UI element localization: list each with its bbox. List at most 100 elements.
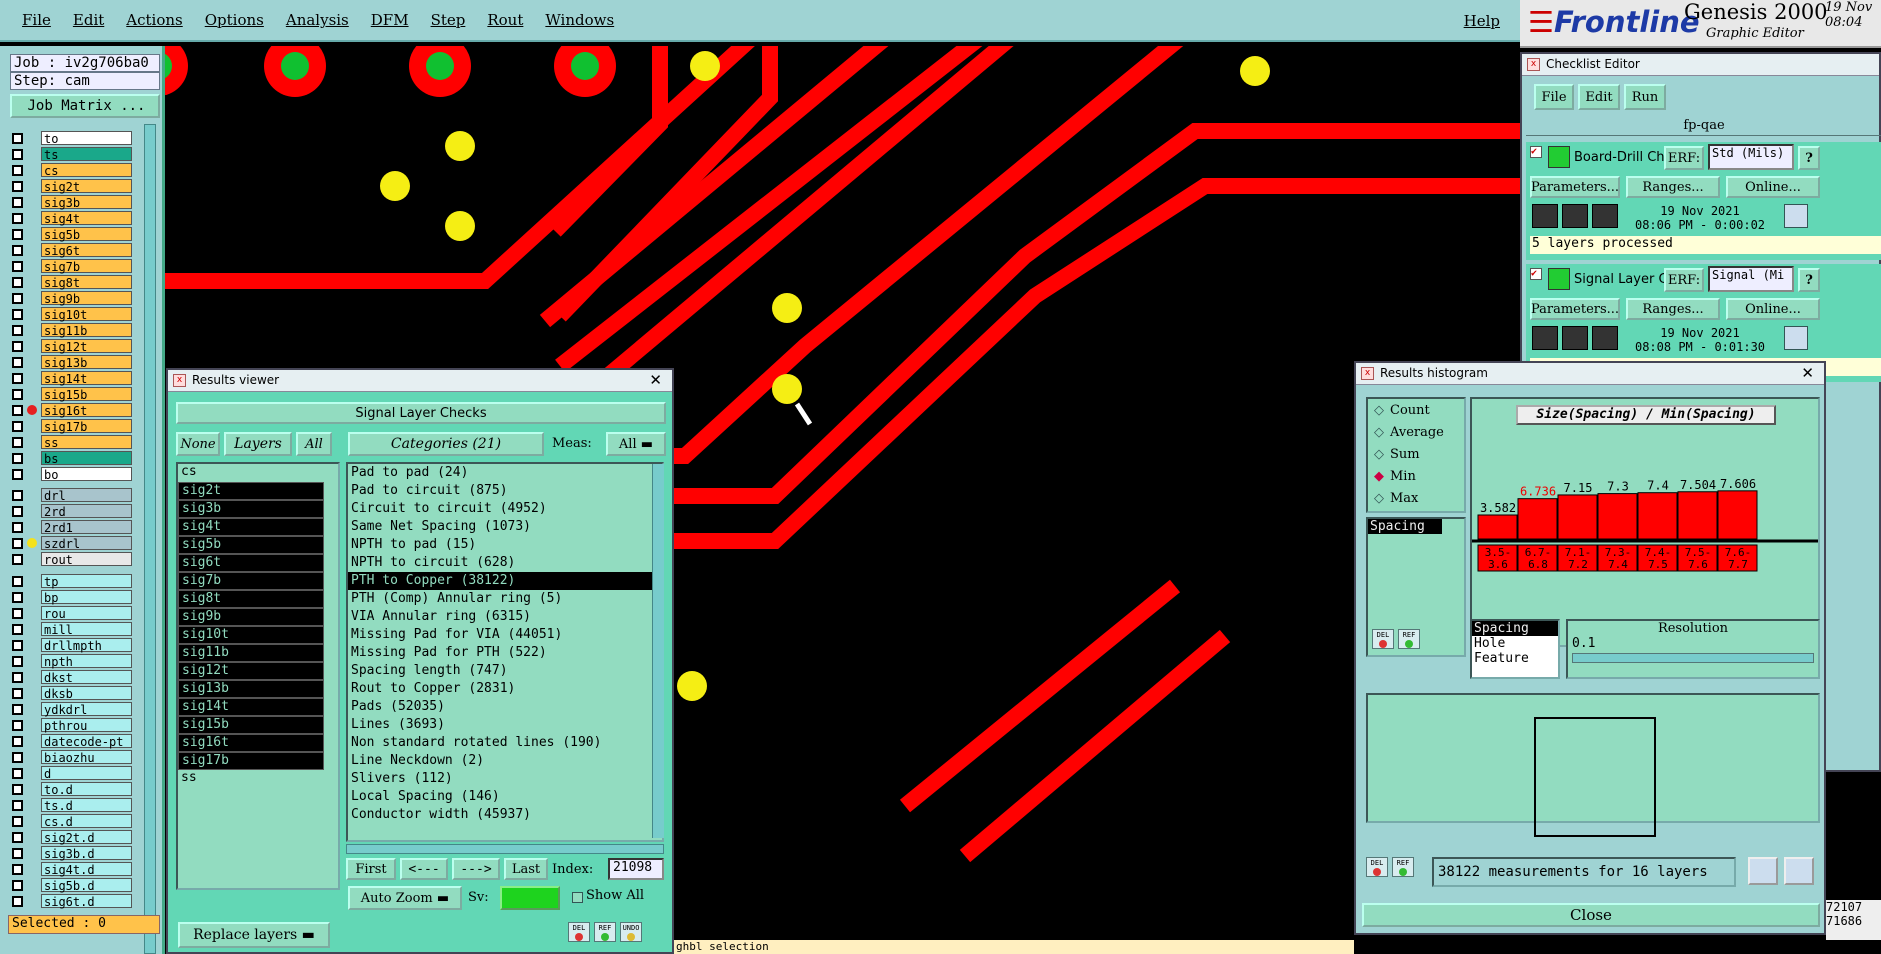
layer-name[interactable]: ts: [41, 147, 132, 162]
layer-checkbox[interactable]: [12, 687, 23, 699]
layer-name[interactable]: sig14t: [41, 371, 132, 386]
layer-checkbox[interactable]: [12, 847, 23, 859]
online-button[interactable]: Online...: [1726, 176, 1820, 198]
layer-checkbox[interactable]: [12, 799, 23, 811]
layer-name[interactable]: ss: [41, 435, 132, 450]
category-item[interactable]: Pad to circuit (875): [348, 482, 662, 500]
layer-name[interactable]: sig13b: [41, 355, 132, 370]
first-button[interactable]: First: [346, 858, 396, 880]
zoom-icon[interactable]: [1784, 326, 1808, 350]
layer-row[interactable]: sig4t.d: [12, 861, 132, 877]
ranges-button[interactable]: Ranges...: [1626, 176, 1720, 198]
layer-name[interactable]: sig12t: [41, 339, 132, 354]
layer-checkbox[interactable]: [12, 132, 23, 144]
layer-name[interactable]: dkst: [41, 670, 132, 685]
layer-checkbox[interactable]: [12, 196, 23, 208]
result-layer-item[interactable]: sig2t: [178, 482, 324, 500]
layer-name[interactable]: to.d: [41, 782, 132, 797]
menu-step[interactable]: Step: [431, 11, 466, 29]
category-item[interactable]: Missing Pad for VIA (44051): [348, 626, 662, 644]
layer-name[interactable]: sig2t.d: [41, 830, 132, 845]
layer-name[interactable]: sig2t: [41, 179, 132, 194]
layer-name[interactable]: sig6t: [41, 243, 132, 258]
category-item[interactable]: Same Net Spacing (1073): [348, 518, 662, 536]
layer-row[interactable]: sig16t: [12, 402, 132, 418]
layer-checkbox[interactable]: [12, 468, 23, 480]
result-layer-item[interactable]: sig17b: [178, 752, 324, 770]
layer-name[interactable]: sig3b.d: [41, 846, 132, 861]
histogram-bar[interactable]: [1597, 493, 1638, 540]
layer-row[interactable]: to.d: [12, 781, 132, 797]
layer-row[interactable]: bo: [12, 466, 132, 482]
replace-layers-select[interactable]: Replace layers ▬: [178, 922, 330, 948]
layer-checkbox[interactable]: [12, 655, 23, 667]
result-layer-item[interactable]: sig7b: [178, 572, 324, 590]
layer-name[interactable]: biaozhu: [41, 750, 132, 765]
result-layer-item[interactable]: sig12t: [178, 662, 324, 680]
layer-name[interactable]: sig15b: [41, 387, 132, 402]
layer-row[interactable]: sig2t: [12, 178, 132, 194]
layer-name[interactable]: d: [41, 766, 132, 781]
layers-button[interactable]: Layers: [224, 432, 292, 456]
none-button[interactable]: None: [176, 432, 220, 456]
category-item[interactable]: Slivers (112): [348, 770, 662, 788]
histogram-bar[interactable]: [1477, 514, 1518, 540]
radio-icon[interactable]: ◇: [1374, 491, 1384, 506]
layer-name[interactable]: dksb: [41, 686, 132, 701]
zoom-icon[interactable]: [1784, 204, 1808, 228]
layer-name[interactable]: sig16t: [41, 403, 132, 418]
ranges-button[interactable]: Ranges...: [1626, 298, 1720, 320]
delete-icon[interactable]: DEL: [1372, 629, 1394, 649]
result-layer-item[interactable]: sig14t: [178, 698, 324, 716]
layer-checkbox[interactable]: [12, 489, 23, 501]
radio-icon[interactable]: ◇: [1374, 403, 1384, 418]
index-input[interactable]: 21098: [608, 858, 664, 880]
layer-name[interactable]: to: [41, 131, 132, 146]
parameters-button[interactable]: Parameters...: [1530, 298, 1620, 320]
layer-row[interactable]: ts.d: [12, 797, 132, 813]
result-layer-item[interactable]: sig16t: [178, 734, 324, 752]
layer-row[interactable]: sig13b: [12, 354, 132, 370]
menu-help[interactable]: Help: [1464, 12, 1500, 30]
mode-option[interactable]: ◇ Max: [1368, 487, 1464, 509]
radio-icon[interactable]: ◇: [1374, 425, 1384, 440]
layer-row[interactable]: szdrl: [12, 535, 132, 551]
menu-windows[interactable]: Windows: [545, 11, 614, 29]
layer-row[interactable]: sig5b: [12, 226, 132, 242]
layer-checkbox[interactable]: [12, 180, 23, 192]
layer-row[interactable]: sig3b: [12, 194, 132, 210]
layer-checkbox[interactable]: [12, 863, 23, 875]
sv-color-select[interactable]: [500, 886, 560, 910]
mode-option[interactable]: ◇ Sum: [1368, 443, 1464, 465]
menu-options[interactable]: Options: [205, 11, 264, 29]
layer-checkbox[interactable]: [12, 735, 23, 747]
layer-checkbox[interactable]: [12, 895, 23, 907]
layer-row[interactable]: pthrou: [12, 717, 132, 733]
check-enable-checkbox[interactable]: ✔: [1530, 146, 1542, 158]
layer-row[interactable]: tp: [12, 573, 132, 589]
layer-name[interactable]: sig5b.d: [41, 878, 132, 893]
result-layer-item[interactable]: sig10t: [178, 626, 324, 644]
layer-checkbox[interactable]: [12, 537, 23, 549]
refresh-icon[interactable]: REF: [594, 922, 616, 942]
result-layer-item[interactable]: sig8t: [178, 590, 324, 608]
layer-name[interactable]: sig17b: [41, 419, 132, 434]
menu-file[interactable]: File: [22, 11, 51, 29]
prev-button[interactable]: <---: [400, 858, 448, 880]
layer-name[interactable]: bp: [41, 590, 132, 605]
layer-name[interactable]: mill: [41, 622, 132, 637]
category-item[interactable]: PTH (Comp) Annular ring (5): [348, 590, 662, 608]
layer-checkbox[interactable]: [12, 452, 23, 464]
undo-icon[interactable]: UNDO: [620, 922, 642, 942]
delete-icon[interactable]: DEL: [568, 922, 590, 942]
layer-name[interactable]: pthrou: [41, 718, 132, 733]
layer-row[interactable]: drl: [12, 487, 132, 503]
result-layer-item[interactable]: sig5b: [178, 536, 324, 554]
layer-name[interactable]: sig11b: [41, 323, 132, 338]
histogram-bar[interactable]: [1557, 494, 1598, 540]
category-item[interactable]: VIA Annular ring (6315): [348, 608, 662, 626]
layer-checkbox[interactable]: [12, 228, 23, 240]
export-icon[interactable]: [1748, 857, 1778, 885]
close-button[interactable]: Close: [1362, 903, 1820, 927]
measure-item[interactable]: Spacing: [1368, 519, 1442, 534]
